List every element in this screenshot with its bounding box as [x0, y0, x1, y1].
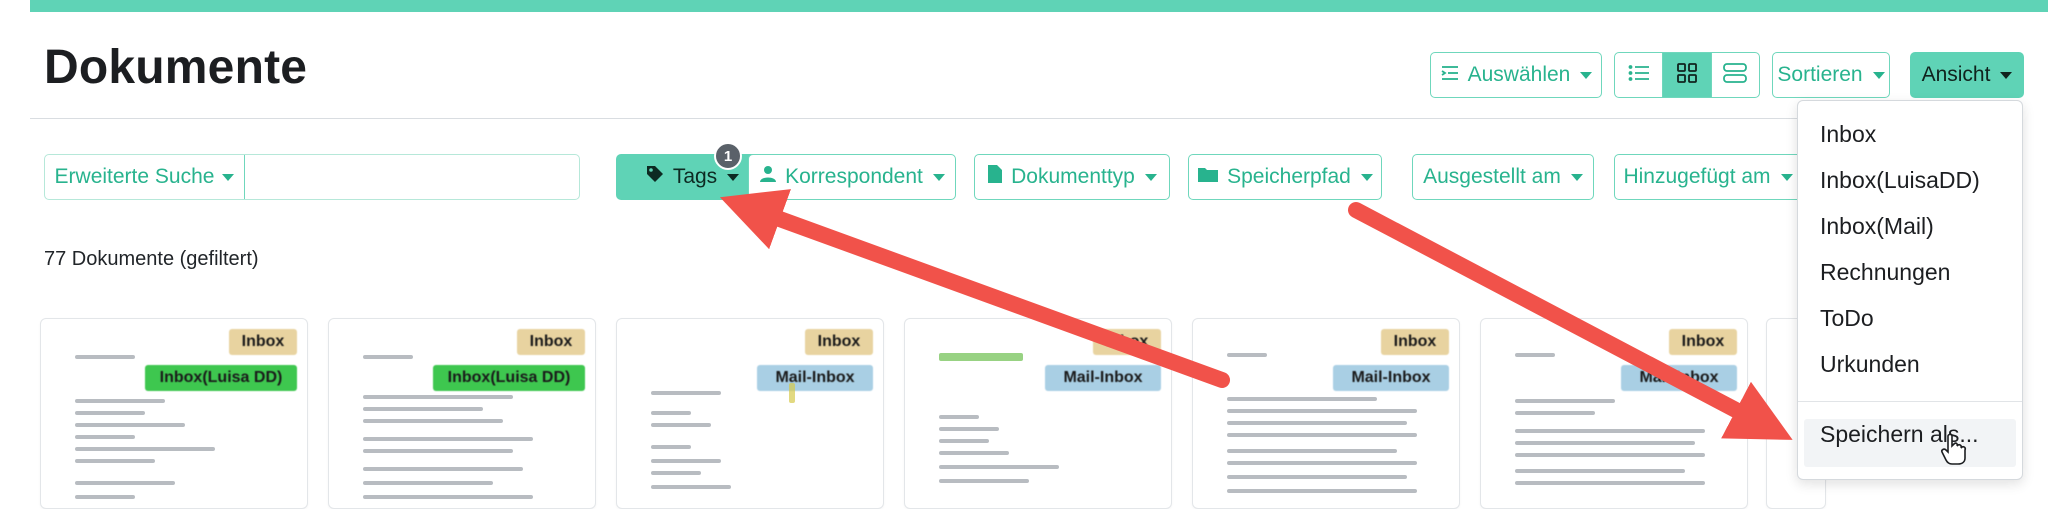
- arrow-to-tags: [719, 189, 1230, 388]
- arrow-to-save-as: [1348, 202, 1793, 440]
- hand-cursor-icon: [1941, 433, 1967, 465]
- annotation-arrows: [719, 189, 1967, 465]
